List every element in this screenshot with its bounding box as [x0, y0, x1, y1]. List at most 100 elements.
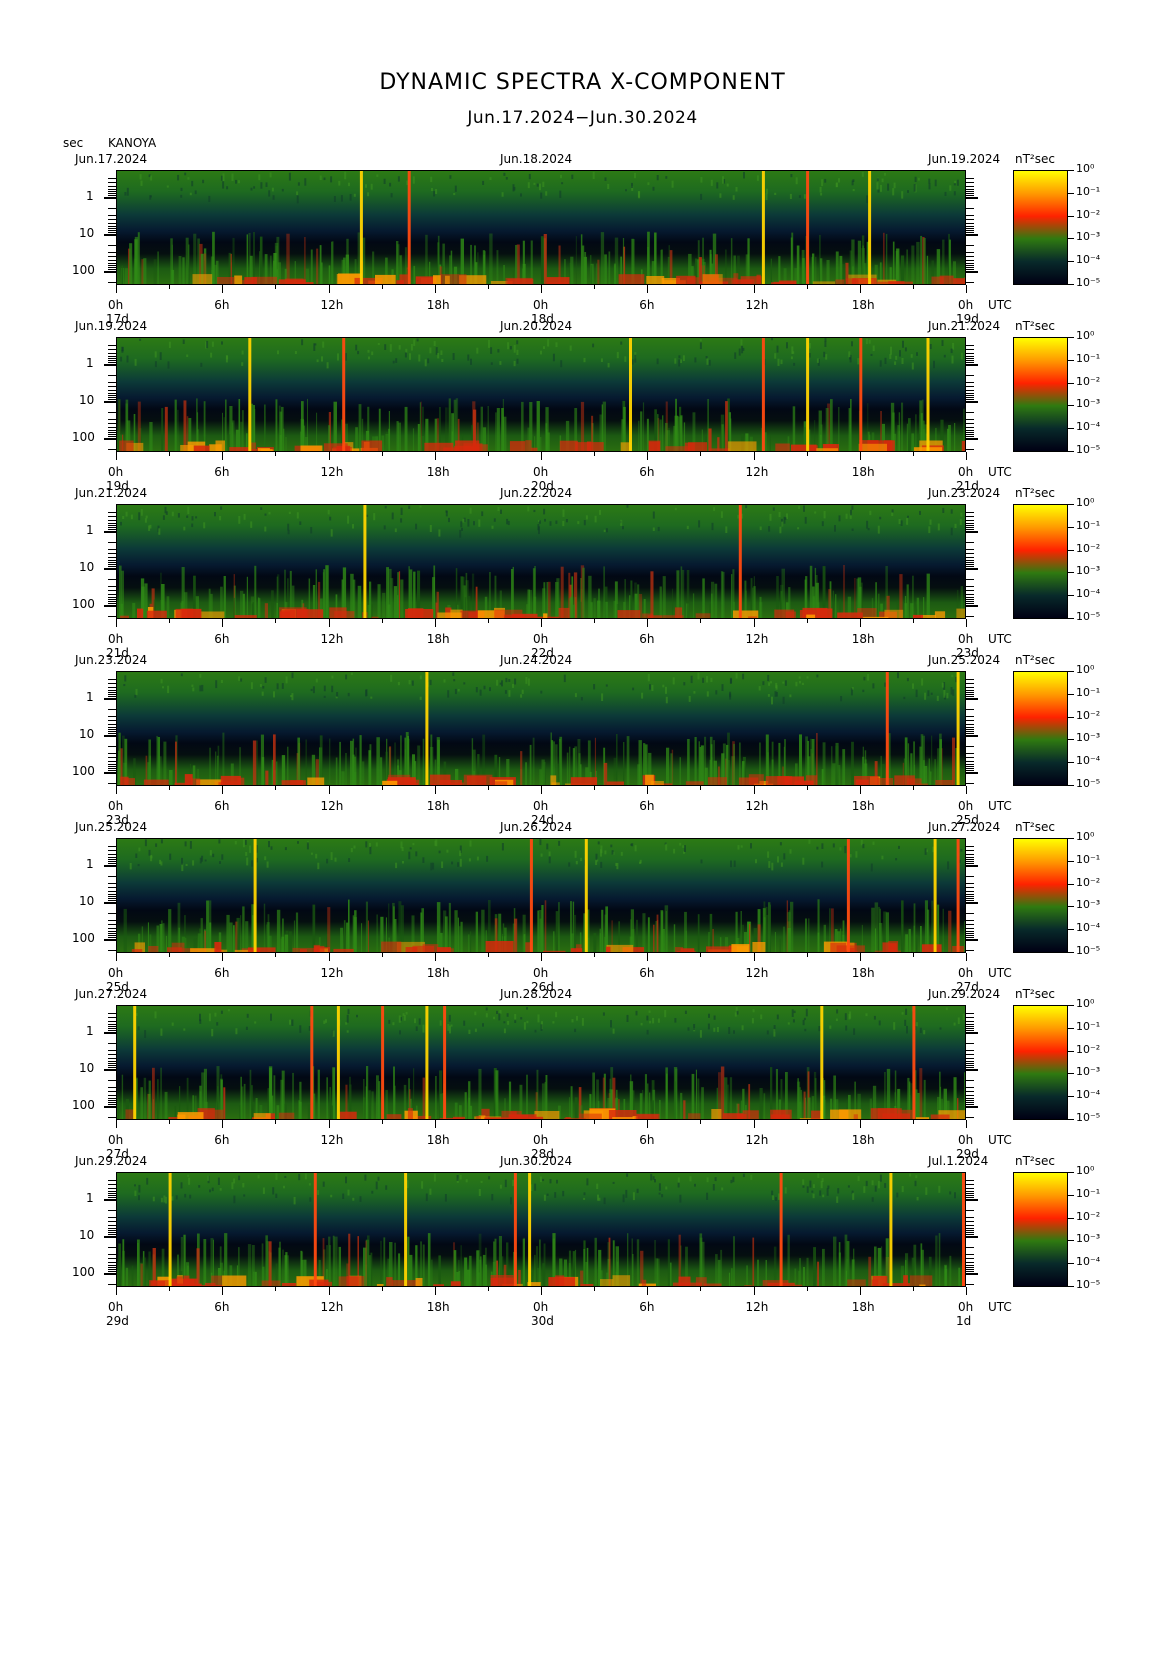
x-tick	[169, 285, 171, 289]
y-minor-tick	[108, 1023, 116, 1025]
y-minor-tick	[108, 519, 116, 521]
x-tick	[966, 786, 967, 794]
y-major-tick	[104, 1106, 116, 1108]
colorbar-tick	[1068, 428, 1074, 430]
y-minor-tick-right	[966, 1267, 974, 1269]
y-minor-tick-right	[966, 766, 974, 768]
x-tick	[859, 1120, 861, 1128]
panel-left-date: Jun.29.2024	[75, 1154, 148, 1168]
y-minor-tick-right	[966, 783, 974, 785]
y-minor-tick-right	[966, 853, 974, 855]
y-minor-tick	[108, 783, 116, 785]
y-minor-tick-right	[966, 214, 974, 216]
y-minor-tick-right	[966, 694, 974, 696]
y-minor-tick	[108, 715, 116, 717]
y-major-tick	[104, 234, 116, 236]
colorbar-tick-label: 10⁻⁵	[1076, 944, 1101, 957]
y-minor-tick-right	[966, 1117, 974, 1119]
x-tick	[434, 452, 436, 460]
y-major-tick-right	[966, 271, 978, 273]
x-tick	[594, 452, 596, 456]
x-tick-label: 0h	[533, 465, 549, 479]
y-minor-tick	[108, 360, 116, 362]
y-minor-tick-right	[966, 219, 974, 221]
spike-mark	[313, 1173, 317, 1286]
y-minor-tick-right	[966, 436, 974, 438]
y-major-tick-right	[966, 939, 978, 941]
y-tick-label: 10	[79, 226, 95, 240]
panel-left-date: Jun.25.2024	[75, 820, 148, 834]
y-minor-tick	[108, 548, 116, 550]
y-minor-tick-right	[966, 1284, 974, 1286]
y-minor-tick	[108, 1227, 116, 1229]
x-tick	[700, 619, 702, 623]
colorbar-tick	[1068, 1217, 1074, 1219]
x-tick-label: 6h	[214, 966, 230, 980]
y-major-tick	[104, 865, 116, 867]
colorbar-tick	[1068, 405, 1074, 407]
utc-label: UTC	[988, 799, 1012, 813]
y-minor-tick-right	[966, 1187, 974, 1189]
colorbar-tick-label: 10⁻³	[1076, 1065, 1101, 1079]
y-minor-tick-right	[966, 1030, 974, 1032]
y-minor-tick	[108, 256, 116, 258]
x-tick	[647, 619, 649, 627]
y-minor-tick-right	[966, 930, 974, 932]
colorbar-tick-label: 10⁰	[1076, 1164, 1095, 1177]
y-major-tick	[104, 531, 116, 533]
y-major-tick	[104, 939, 116, 941]
x-tick	[169, 452, 171, 456]
y-minor-tick-right	[966, 1271, 974, 1273]
x-tick	[328, 285, 330, 293]
y-tick-label: 100	[72, 597, 95, 611]
spike-mark	[443, 1006, 447, 1119]
x-tick	[912, 285, 914, 289]
y-minor-tick	[108, 556, 116, 558]
y-minor-tick	[108, 1020, 116, 1022]
x-tick	[700, 285, 702, 289]
y-minor-tick-right	[966, 208, 974, 210]
y-minor-tick-right	[966, 579, 974, 581]
y-minor-tick	[108, 426, 116, 428]
y-minor-tick-right	[966, 898, 974, 900]
y-minor-tick	[108, 529, 116, 531]
y-minor-tick	[108, 566, 116, 568]
y-minor-tick	[108, 950, 116, 952]
x-tick	[966, 285, 967, 293]
colorbar-tick-label: 10⁻¹	[1076, 685, 1101, 699]
x-tick-label: 6h	[639, 799, 655, 813]
x-tick-label: 18h	[426, 632, 450, 646]
y-minor-tick	[108, 516, 116, 518]
y-minor-tick	[108, 1102, 116, 1104]
y-minor-tick-right	[966, 1012, 974, 1014]
x-tick	[381, 1120, 383, 1124]
x-tick	[806, 1120, 808, 1124]
y-minor-tick	[108, 1247, 116, 1249]
y-minor-tick	[108, 752, 116, 754]
day-label: 30d	[531, 1314, 554, 1328]
x-tick	[275, 1120, 277, 1124]
spectrogram-svg	[117, 1006, 965, 1119]
x-tick-label: 0h	[533, 966, 549, 980]
y-tick-label: 10	[79, 894, 95, 908]
x-tick	[381, 953, 383, 957]
panel-right-date: Jun.29.2024	[928, 987, 1001, 1001]
x-tick	[859, 953, 861, 961]
y-minor-tick	[108, 251, 116, 253]
y-minor-tick-right	[966, 863, 974, 865]
y-minor-tick	[108, 696, 116, 698]
spike-mark	[956, 839, 960, 952]
y-minor-tick-right	[966, 355, 974, 357]
x-tick-label: 6h	[214, 799, 230, 813]
x-tick	[116, 619, 117, 627]
y-minor-tick	[108, 919, 116, 921]
colorbar-unit-label: nT²sec	[1015, 486, 1055, 500]
y-minor-tick	[108, 1065, 116, 1067]
y-minor-tick-right	[966, 412, 974, 414]
x-tick	[381, 786, 383, 790]
y-minor-tick	[108, 245, 116, 247]
y-minor-tick-right	[966, 760, 974, 762]
colorbar-tick-label: 10⁻²	[1076, 1209, 1101, 1223]
spike-mark	[425, 1006, 429, 1119]
x-tick	[116, 452, 117, 460]
